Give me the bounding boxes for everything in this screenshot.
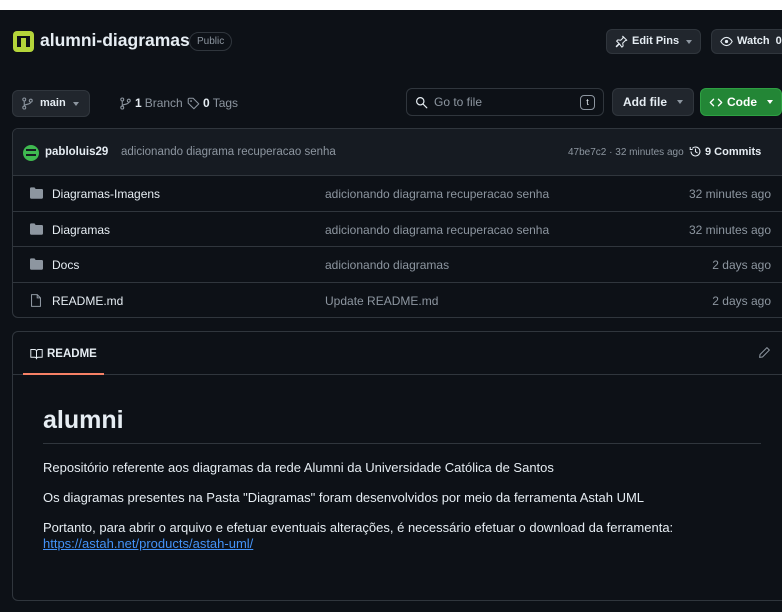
go-to-file-placeholder: Go to file <box>434 95 483 109</box>
repo-name[interactable]: alumni-diagramas <box>40 30 190 51</box>
readme-paragraph-with-link: Portanto, para abrir o arquivo e efetuar… <box>43 520 761 552</box>
file-listing: pabloluis29 adicionando diagrama recuper… <box>12 128 782 318</box>
readme-title: alumni <box>43 406 761 444</box>
file-row[interactable]: Docs adicionando diagramas 2 days ago <box>13 247 782 283</box>
tag-icon <box>187 97 200 109</box>
readme-paragraph: Os diagramas presentes na Pasta "Diagram… <box>43 490 645 505</box>
branch-label: Branch <box>144 96 183 110</box>
file-commit-message[interactable]: adicionando diagramas <box>325 258 449 272</box>
file-age: 32 minutes ago <box>688 222 771 237</box>
code-label: Code <box>727 94 757 109</box>
pencil-icon[interactable] <box>758 346 771 359</box>
history-icon <box>689 146 701 157</box>
tags-link[interactable]: 0 Tags <box>187 96 238 110</box>
readme-tab-bar: README <box>13 332 782 375</box>
readme-paragraph: Portanto, para abrir o arquivo e efetuar… <box>43 520 674 535</box>
watch-count: 0 <box>775 35 782 47</box>
edit-pins-button[interactable]: Edit Pins <box>606 29 702 54</box>
keyboard-shortcut-hint: t <box>580 94 595 110</box>
chevron-down-icon <box>677 100 683 104</box>
readme-content: alumni Repositório referente aos diagram… <box>43 406 761 552</box>
tag-count: 0 <box>203 96 210 110</box>
folder-icon <box>30 222 43 235</box>
code-icon <box>709 98 723 106</box>
latest-commit-bar: pabloluis29 adicionando diagrama recuper… <box>13 129 782 176</box>
readme-tab-label: README <box>47 348 97 360</box>
tag-label: Tags <box>212 96 239 110</box>
watch-label: Watch <box>737 35 770 47</box>
readme-panel: README alumni Repositório referente aos … <box>12 331 782 601</box>
file-age: 2 days ago <box>712 258 771 272</box>
commit-message[interactable]: adicionando diagrama recuperacao senha <box>121 146 336 158</box>
commits-link[interactable]: 9 Commits <box>689 145 761 158</box>
commit-author[interactable]: pabloluis29 <box>45 146 108 158</box>
visibility-badge: Public <box>189 32 233 51</box>
branch-select-button[interactable]: main <box>12 90 90 117</box>
file-commit-message[interactable]: adicionando diagrama recuperacao senha <box>325 187 549 201</box>
edit-pins-label: Edit Pins <box>632 35 680 47</box>
file-name[interactable]: Diagramas <box>52 223 110 237</box>
folder-icon <box>30 258 43 270</box>
book-icon <box>30 349 43 360</box>
file-name[interactable]: README.md <box>52 294 123 308</box>
browser-top-strip <box>0 0 782 10</box>
branch-name: main <box>40 97 66 109</box>
folder-icon <box>30 187 43 199</box>
file-name[interactable]: Diagramas-Imagens <box>52 187 160 201</box>
chevron-down-icon <box>72 101 79 106</box>
file-commit-message[interactable]: adicionando diagrama recuperacao senha <box>325 223 549 237</box>
file-name[interactable]: Docs <box>52 258 79 272</box>
chevron-down-icon <box>767 100 773 104</box>
add-file-label: Add file <box>623 94 667 109</box>
file-age: 32 minutes ago <box>688 187 771 201</box>
file-row[interactable]: Diagramas adicionando diagrama recuperac… <box>13 212 782 247</box>
readme-paragraph: Repositório referente aos diagramas da r… <box>43 460 554 475</box>
file-age: 2 days ago <box>712 293 771 308</box>
watch-button[interactable]: Watch 0 <box>711 29 782 54</box>
repo-header: alumni-diagramas Public Edit Pins Watch … <box>0 22 782 62</box>
pin-icon <box>615 35 628 48</box>
file-commit-message[interactable]: Update README.md <box>325 294 438 308</box>
branch-count: 1 <box>135 96 142 110</box>
file-row[interactable]: README.md Update README.md 2 days ago <box>13 283 782 318</box>
commits-count-label: 9 Commits <box>705 145 762 158</box>
go-to-file-search[interactable]: Go to file t <box>406 88 604 116</box>
file-row[interactable]: Diagramas-Imagens adicionando diagrama r… <box>13 176 782 212</box>
branches-link[interactable]: 1 Branch <box>119 96 183 110</box>
repo-avatar-icon[interactable] <box>13 31 34 52</box>
eye-icon <box>720 36 733 47</box>
chevron-down-icon <box>686 39 693 44</box>
avatar[interactable] <box>23 145 39 161</box>
git-branch-icon <box>120 96 131 110</box>
add-file-button[interactable]: Add file <box>612 88 694 116</box>
search-icon <box>416 96 428 108</box>
git-branch-icon <box>22 97 33 110</box>
astah-download-link[interactable]: https://astah.net/products/astah-uml/ <box>43 536 253 551</box>
code-button[interactable]: Code <box>700 88 782 116</box>
file-icon <box>31 293 41 307</box>
commit-hash-time[interactable]: 47be7c2 · 32 minutes ago <box>568 147 684 158</box>
tab-readme[interactable]: README <box>23 342 104 375</box>
